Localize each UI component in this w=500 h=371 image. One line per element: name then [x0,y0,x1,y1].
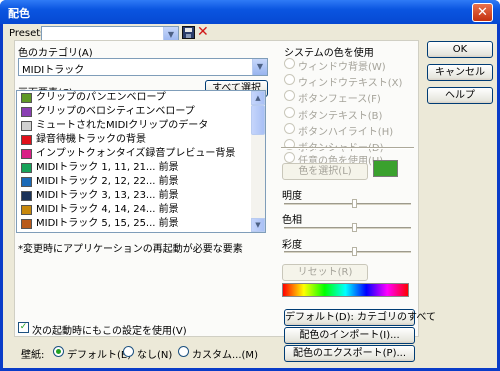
list-item[interactable]: 録音待機トラックの背景 [17,133,253,147]
color-swatch-icon [21,191,32,201]
hue-slider[interactable] [284,223,411,232]
dialog-body: Presets: ▼ ✕ 色のカテゴリ(A) MIDIトラック ▼ 画面要素(C… [3,24,497,368]
system-color-option-label: ボタンフェース(F) [298,94,381,106]
scroll-down-icon[interactable]: ▼ [251,218,265,232]
delete-preset-icon[interactable]: ✕ [197,24,209,40]
saturation-label: 彩度 [282,240,302,251]
list-item[interactable]: MIDIトラック 2, 12, 22... 前景 [17,175,253,189]
list-item-label: MIDIトラック 4, 14, 24... 前景 [36,204,179,215]
list-item-label: 録音待機トラックの背景 [36,134,146,145]
color-swatch-icon [21,135,32,145]
scroll-thumb[interactable] [251,105,265,135]
color-swatch-icon [21,121,32,131]
category-combo[interactable]: MIDIトラック ▼ [18,58,268,76]
list-item[interactable]: クリップのパンエンベロープ [17,91,253,105]
list-item-label: クリップのベロシティエンベロープ [36,106,195,117]
system-colors-label: システムの色を使用 [284,48,374,59]
list-item-label: MIDIトラック 5, 15, 25... 前景 [36,218,179,229]
system-color-option-label: ボタンテキスト(B) [298,110,383,122]
system-color-radio[interactable] [284,106,295,118]
help-button[interactable]: ヘルプ [427,87,493,104]
wallpaper-option-label: なし(N) [137,350,173,361]
brightness-slider[interactable] [284,199,411,208]
list-item[interactable]: MIDIトラック 5, 15, 25... 前景 [17,217,253,231]
color-swatch-icon [21,149,32,159]
brightness-label: 明度 [282,191,302,202]
wallpaper-label: 壁紙: [21,350,45,361]
close-button[interactable]: ✕ [472,3,493,22]
color-swatch-icon [21,163,32,173]
system-color-option-label: ウィンドウ背景(W) [298,62,386,73]
color-swatch-icon [21,205,32,215]
divider [281,147,414,149]
list-item-label: MIDIトラック 3, 13, 23... 前景 [36,190,179,201]
import-button[interactable]: 配色のインポート(I)... [284,327,415,344]
category-label: 色のカテゴリ(A) [18,48,93,59]
list-item-label: MIDIトラック 1, 11, 21... 前景 [36,162,179,173]
color-spectrum[interactable] [282,283,409,297]
default-all-button[interactable]: デフォルト(D): カテゴリのすべて [284,309,436,326]
wallpaper-radio[interactable] [123,346,134,357]
list-item[interactable]: MIDIトラック 3, 13, 23... 前景 [17,189,253,203]
list-scrollbar[interactable]: ▲ ▼ [251,91,265,232]
chevron-down-icon[interactable]: ▼ [252,59,267,75]
select-color-button[interactable]: 色を選択(L) [282,163,368,180]
list-item[interactable]: インプットクォンタイズ録音プレビュー背景 [17,147,253,161]
hue-label: 色相 [282,215,302,226]
list-item[interactable]: MIDIトラック 4, 14, 24... 前景 [17,203,253,217]
saturation-thumb[interactable] [352,247,358,256]
wallpaper-radio[interactable] [53,346,64,357]
list-item-label: ミュートされたMIDIクリップのデータ [36,120,209,131]
saturation-slider[interactable] [284,247,411,256]
scroll-up-icon[interactable]: ▲ [251,91,265,105]
list-item-label: クリップのパンエンベロープ [36,92,166,103]
list-item-label: インプットクォンタイズ録音プレビュー背景 [36,148,236,159]
custom-color-radio[interactable] [284,152,295,163]
restart-note: *変更時にアプリケーションの再起動が必要な要素 [18,244,243,255]
cancel-button[interactable]: キャンセル [427,64,493,81]
system-color-option-label: ボタンハイライト(H) [298,126,394,138]
startup-label: 次の起動時にもこの設定を使用(V) [32,326,187,337]
color-swatch-icon [21,93,32,103]
list-item[interactable]: ミュートされたMIDIクリップのデータ [17,119,253,133]
color-swatch-icon [21,107,32,117]
wallpaper-option-label: カスタム...(M) [192,350,258,361]
startup-checkbox[interactable]: ✓ [18,322,29,333]
elements-list[interactable]: クリップのパンエンベロープクリップのベロシティエンベロープミュートされたMIDI… [16,90,266,233]
wallpaper-radio[interactable] [178,346,189,357]
color-swatch-icon [21,177,32,187]
system-color-radio[interactable] [284,58,295,69]
title-bar[interactable]: 配色 ✕ [0,0,500,24]
list-item[interactable]: クリップのベロシティエンベロープ [17,105,253,119]
list-item-label: MIDIトラック 2, 12, 22... 前景 [36,176,179,187]
window-title: 配色 [8,7,30,20]
color-swatch-icon [21,219,32,229]
ok-button[interactable]: OK [427,41,493,58]
save-preset-icon[interactable] [182,26,195,39]
brightness-thumb[interactable] [352,199,358,208]
wallpaper-option-label: デフォルト(E) [67,350,132,361]
system-color-option-label: ウィンドウテキスト(X) [298,78,403,90]
export-button[interactable]: 配色のエクスポート(P)... [284,345,415,362]
list-item[interactable]: MIDIトラック 1, 11, 21... 前景 [17,161,253,175]
hue-thumb[interactable] [352,223,358,232]
reset-button[interactable]: リセット(R) [282,264,368,281]
dialog-window: 配色 ✕ Presets: ▼ ✕ 色のカテゴリ(A) MIDIトラック ▼ 画… [0,0,500,371]
color-swatch [373,160,398,177]
system-color-radio[interactable] [284,122,295,134]
